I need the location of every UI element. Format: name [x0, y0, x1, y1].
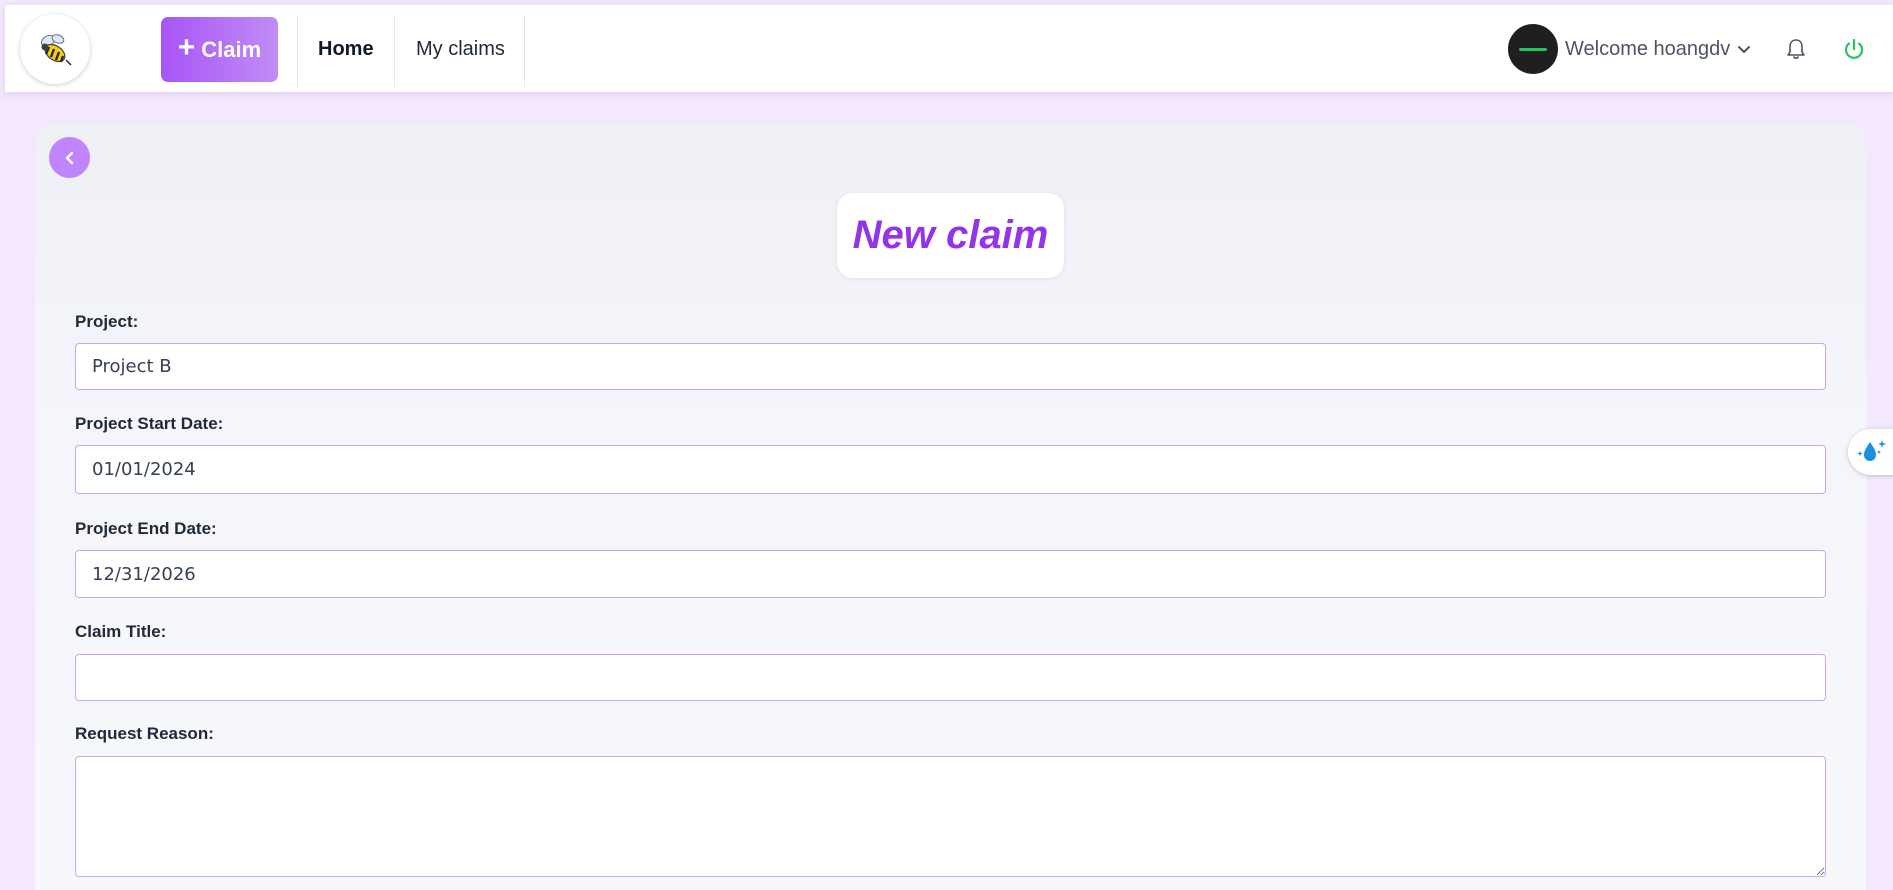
request-reason-label: Request Reason: [75, 724, 214, 743]
project-field[interactable] [75, 343, 1826, 390]
nav-link-my-claims[interactable]: My claims [416, 5, 505, 93]
new-claim-button[interactable]: + Claim [161, 17, 278, 82]
project-label: Project: [75, 312, 139, 331]
project-end-date-field[interactable] [75, 550, 1826, 598]
bee-logo-icon [40, 34, 72, 66]
claim-title-field[interactable] [75, 654, 1826, 701]
app-logo[interactable] [20, 14, 90, 84]
new-claim-button-label: Claim [201, 36, 262, 62]
side-assistant-button[interactable] [1848, 429, 1893, 475]
chevron-left-icon [65, 151, 73, 164]
power-icon [1844, 38, 1864, 59]
chevron-down-icon [1738, 46, 1751, 53]
avatar-logo-mark [1519, 47, 1547, 51]
request-reason-field[interactable] [75, 756, 1826, 877]
plus-icon: + [177, 31, 196, 64]
claim-title-label: Claim Title: [75, 622, 167, 641]
project-start-date-field[interactable] [75, 445, 1826, 494]
welcome-text: Welcome hoangdv [1565, 37, 1731, 60]
notifications-button[interactable] [1782, 35, 1810, 63]
top-navbar: + Claim Home My claims Welcome hoangdv [5, 4, 1893, 92]
back-button[interactable] [49, 137, 90, 178]
page-title: New claim [852, 213, 1049, 257]
bell-icon [1787, 39, 1805, 59]
nav-link-home[interactable]: Home [318, 5, 374, 93]
user-menu-toggle[interactable]: Welcome hoangdv [1508, 24, 1752, 74]
nav-divider [297, 15, 298, 87]
page-title-box: New claim [837, 193, 1064, 278]
water-drop-sparkle-icon [1857, 440, 1886, 461]
nav-link-my-claims-label: My claims [416, 37, 505, 60]
nav-divider [524, 15, 525, 87]
nav-link-home-label: Home [318, 37, 374, 60]
project-start-date-label: Project Start Date: [75, 414, 224, 433]
logout-button[interactable] [1840, 35, 1868, 63]
avatar [1508, 24, 1558, 74]
project-end-date-label: Project End Date: [75, 519, 217, 538]
nav-divider [394, 15, 395, 87]
